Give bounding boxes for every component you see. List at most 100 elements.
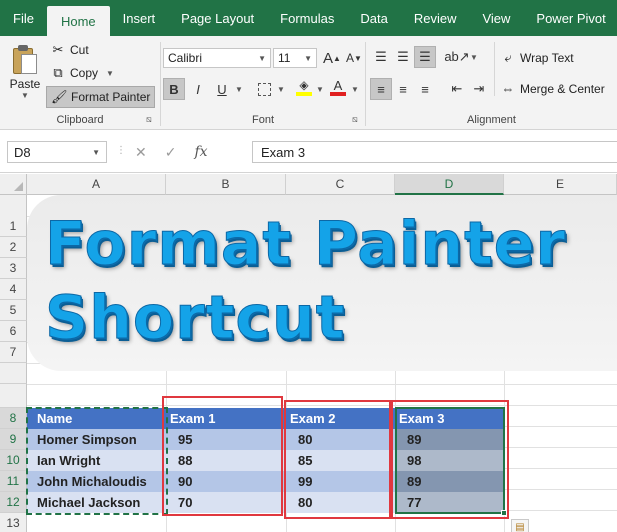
fill-color-button[interactable]: ◈ bbox=[293, 76, 315, 98]
row-header-5[interactable]: 5 bbox=[0, 300, 27, 321]
tab-file[interactable]: File bbox=[0, 0, 47, 36]
row-header-1[interactable]: 1 bbox=[0, 195, 27, 237]
row-header-6[interactable]: 6 bbox=[0, 321, 27, 342]
underline-button[interactable]: U bbox=[211, 78, 233, 100]
copy-label: Copy bbox=[70, 66, 99, 80]
row-header-8[interactable]: 8 bbox=[0, 408, 27, 429]
row-header-13[interactable]: 13 bbox=[0, 513, 27, 532]
clipboard-group-label: Clipboard bbox=[56, 114, 104, 126]
tab-page-layout[interactable]: Page Layout bbox=[168, 0, 267, 36]
row-header-7b[interactable] bbox=[0, 363, 27, 384]
row-header-gap[interactable] bbox=[0, 384, 27, 408]
formula-input[interactable]: Exam 3 bbox=[252, 141, 617, 163]
wrap-text-label: Wrap Text bbox=[520, 51, 574, 65]
bold-button[interactable]: B bbox=[163, 78, 185, 100]
cancel-icon[interactable]: ✕ bbox=[135, 144, 147, 161]
grow-font-button[interactable]: A ▲ bbox=[321, 47, 343, 69]
row-header-4[interactable]: 4 bbox=[0, 279, 27, 300]
decrease-indent-icon[interactable]: ⇤ bbox=[446, 78, 468, 100]
row-header-9[interactable]: 9 bbox=[0, 429, 27, 450]
paste-options-icon[interactable]: ▤ bbox=[511, 519, 529, 532]
banner-title-line-2: Shortcut bbox=[44, 283, 346, 354]
bottom-align-icon[interactable]: ☰ bbox=[414, 46, 436, 68]
insert-function-button[interactable]: fx bbox=[194, 144, 207, 160]
fill-handle[interactable] bbox=[501, 510, 507, 516]
copy-marquee bbox=[26, 407, 168, 515]
font-size-combo[interactable]: 11 ▼ bbox=[273, 48, 317, 68]
tab-data[interactable]: Data bbox=[347, 0, 400, 36]
paste-button[interactable]: Paste ▼ bbox=[6, 42, 44, 100]
tab-insert[interactable]: Insert bbox=[110, 0, 169, 36]
row-header-3[interactable]: 3 bbox=[0, 258, 27, 279]
enter-icon[interactable]: ✓ bbox=[165, 144, 177, 161]
borders-icon bbox=[257, 82, 271, 96]
copy-icon: ⧉ bbox=[53, 65, 63, 80]
chevron-down-icon[interactable]: ▼ bbox=[316, 85, 324, 94]
align-center-icon[interactable]: ≡ bbox=[392, 78, 414, 100]
wrap-text-button[interactable]: ⤶ Wrap Text bbox=[500, 50, 574, 66]
chevron-down-icon: ▼ bbox=[258, 53, 266, 63]
tab-home[interactable]: Home bbox=[46, 6, 110, 36]
paint-bucket-icon: ◈ bbox=[299, 78, 309, 92]
copy-button[interactable]: ⧉ Copy ▼ bbox=[50, 65, 114, 81]
dialog-launcher-icon[interactable]: ⧅ bbox=[146, 114, 152, 125]
column-header-b[interactable]: B bbox=[166, 174, 286, 195]
column-header-a[interactable]: A bbox=[27, 174, 166, 195]
ribbon: Paste ▼ ✂ Cut ⧉ Copy ▼ 🖌 Format Painter … bbox=[0, 36, 617, 130]
middle-align-icon[interactable]: ☰ bbox=[392, 46, 414, 68]
tab-formulas[interactable]: Formulas bbox=[267, 0, 347, 36]
chevron-down-icon[interactable]: ▼ bbox=[277, 85, 285, 94]
chevron-down-icon: ▼ bbox=[106, 68, 114, 78]
merge-center-label: Merge & Center bbox=[520, 81, 605, 96]
format-painter-button[interactable]: 🖌 Format Painter bbox=[46, 86, 156, 108]
worksheet-grid[interactable]: A B C D E Format Painter Shortcut 1 2 3 … bbox=[0, 174, 617, 532]
cut-label: Cut bbox=[70, 43, 89, 57]
font-group-label: Font bbox=[251, 114, 274, 126]
select-all-button[interactable] bbox=[0, 174, 27, 195]
row-header-2[interactable]: 2 bbox=[0, 237, 27, 258]
name-box[interactable]: D8 ▼ bbox=[7, 141, 107, 163]
merge-center-button[interactable]: ⇔ Merge & Center bbox=[500, 81, 605, 96]
row-header-7[interactable]: 7 bbox=[0, 342, 27, 363]
chevron-down-icon: ▼ bbox=[92, 147, 100, 157]
align-left-icon[interactable]: ≡ bbox=[370, 78, 392, 100]
tab-power-pivot[interactable]: Power Pivot bbox=[523, 0, 617, 36]
dialog-launcher-icon[interactable]: ⧅ bbox=[352, 114, 358, 125]
row-header-12[interactable]: 12 bbox=[0, 492, 27, 513]
column-header-e[interactable]: E bbox=[504, 174, 617, 195]
italic-button[interactable]: I bbox=[187, 78, 209, 100]
chevron-down-icon[interactable]: ▼ bbox=[235, 85, 243, 94]
cut-button[interactable]: ✂ Cut bbox=[50, 42, 89, 58]
chevron-down-icon[interactable]: ▼ bbox=[351, 85, 359, 94]
font-name-combo[interactable]: Calibri ▼ bbox=[163, 48, 271, 68]
alignment-group: ☰ ☰ ☰ ab↗ ▼ ≡ ≡ ≡ ⇤ ⇥ ⤶ Wrap Text ⇔ Merg… bbox=[366, 36, 617, 130]
column-header-c[interactable]: C bbox=[286, 174, 395, 195]
increase-indent-icon[interactable]: ⇥ bbox=[468, 78, 490, 100]
chevron-down-icon: ▼ bbox=[304, 53, 312, 63]
font-color-button[interactable]: A bbox=[327, 76, 349, 98]
alignment-group-label: Alignment bbox=[467, 114, 516, 126]
paste-label: Paste bbox=[9, 77, 41, 91]
active-selection[interactable] bbox=[395, 407, 505, 514]
highlight-box-exam-1 bbox=[162, 396, 283, 516]
highlight-box-exam-2 bbox=[284, 400, 391, 519]
row-header-11[interactable]: 11 bbox=[0, 471, 27, 492]
clipboard-group: Paste ▼ ✂ Cut ⧉ Copy ▼ 🖌 Format Painter … bbox=[0, 36, 160, 130]
row-header-10[interactable]: 10 bbox=[0, 450, 27, 471]
column-header-d[interactable]: D bbox=[395, 174, 504, 195]
grow-font-icon: A bbox=[323, 49, 334, 67]
scissors-icon: ✂ bbox=[52, 42, 64, 57]
paste-icon bbox=[11, 44, 39, 74]
font-name-value: Calibri bbox=[168, 51, 203, 65]
format-painter-label: Format Painter bbox=[71, 90, 151, 104]
borders-button[interactable] bbox=[253, 78, 275, 100]
font-size-value: 11 bbox=[278, 51, 291, 65]
top-align-icon[interactable]: ☰ bbox=[370, 46, 392, 68]
chevron-down-icon[interactable]: ▼ bbox=[470, 53, 478, 62]
align-right-icon[interactable]: ≡ bbox=[414, 78, 436, 100]
banner-title-line-1: Format Painter bbox=[44, 209, 567, 280]
tab-view[interactable]: View bbox=[469, 0, 523, 36]
tab-review[interactable]: Review bbox=[401, 0, 470, 36]
orientation-icon[interactable]: ab↗ bbox=[444, 46, 469, 68]
shrink-font-button[interactable]: A ▼ bbox=[343, 47, 365, 69]
